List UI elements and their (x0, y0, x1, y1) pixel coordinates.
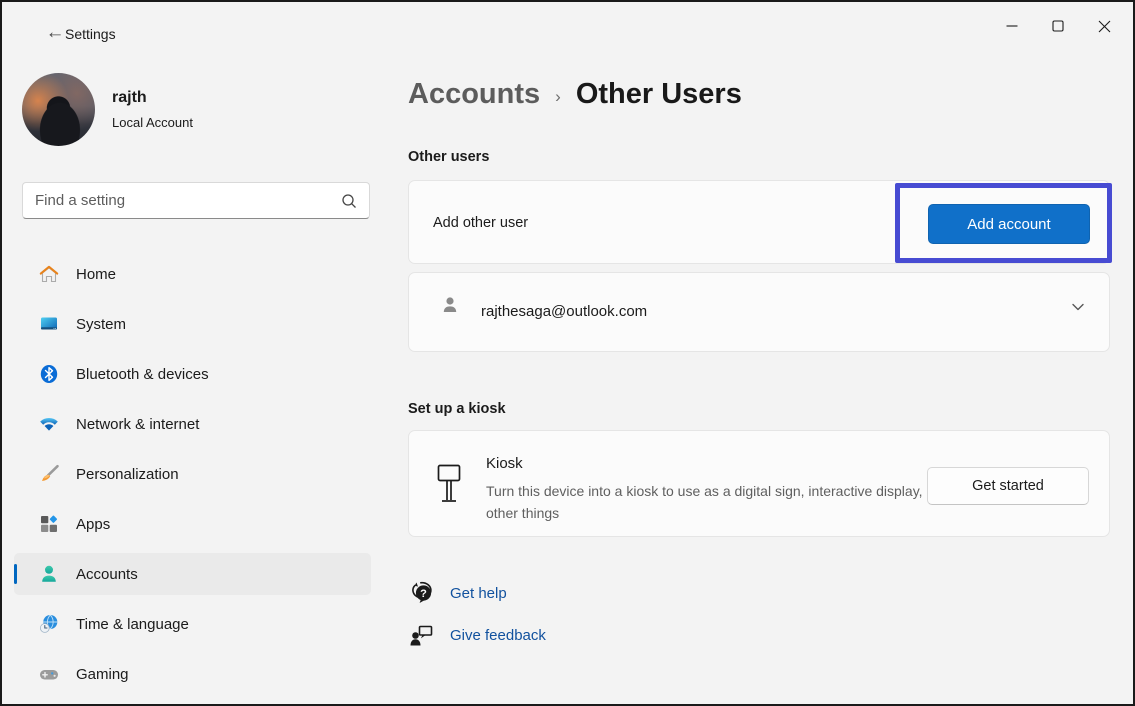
search-icon (341, 193, 357, 209)
bluetooth-icon (38, 363, 60, 385)
search-placeholder: Find a setting (35, 192, 341, 209)
time-language-icon (38, 613, 60, 635)
settings-window: ← Settings rajth Local Accoun (0, 0, 1135, 706)
title-bar: ← Settings (2, 2, 1133, 50)
breadcrumb-separator-icon: › (555, 87, 561, 107)
sidebar-item-home[interactable]: Home (14, 253, 371, 295)
personalization-icon (38, 463, 60, 485)
user-name: rajth (112, 89, 147, 107)
page-title: Other Users (576, 78, 742, 111)
add-other-user-card: Add other user Add account (408, 180, 1110, 264)
close-icon (1098, 20, 1111, 33)
get-started-button[interactable]: Get started (927, 467, 1089, 505)
user-avatar[interactable] (22, 73, 95, 146)
sidebar-item-personalization[interactable]: Personalization (14, 453, 371, 495)
sidebar-item-accounts[interactable]: Accounts (14, 553, 371, 595)
sidebar-item-network-internet[interactable]: Network & internet (14, 403, 371, 445)
feedback-person-icon (409, 622, 435, 648)
sidebar-item-bluetooth-devices[interactable]: Bluetooth & devices (14, 353, 371, 395)
sidebar-item-gaming[interactable]: Gaming (14, 653, 371, 695)
sidebar-item-label: Time & language (76, 616, 189, 633)
network-icon (38, 413, 60, 435)
apps-icon (38, 513, 60, 535)
sidebar-item-apps[interactable]: Apps (14, 503, 371, 545)
maximize-button[interactable] (1035, 8, 1081, 44)
sidebar-nav: Home System (14, 253, 371, 703)
minimize-button[interactable] (989, 8, 1035, 44)
chevron-down-icon[interactable] (1069, 298, 1087, 316)
minimize-icon (1006, 20, 1018, 32)
sidebar-item-label: Personalization (76, 466, 179, 483)
home-icon (38, 263, 60, 285)
other-users-heading: Other users (408, 149, 489, 165)
sidebar-item-label: Apps (76, 516, 110, 533)
main-content: Accounts › Other Users Other users Add o… (408, 50, 1133, 704)
sidebar: rajth Local Account Find a setting Home (2, 50, 390, 704)
kiosk-heading: Set up a kiosk (408, 401, 506, 417)
accounts-icon (38, 563, 60, 585)
give-feedback-link[interactable]: Give feedback (408, 622, 546, 648)
account-email: rajthesaga@outlook.com (481, 303, 647, 320)
sidebar-item-system[interactable]: System (14, 303, 371, 345)
get-help-link[interactable]: ? Get help (408, 580, 507, 606)
breadcrumb: Accounts › Other Users (408, 78, 742, 111)
system-icon (38, 313, 60, 335)
user-account-type: Local Account (112, 115, 193, 130)
kiosk-title: Kiosk (486, 455, 523, 472)
close-button[interactable] (1081, 8, 1127, 44)
help-bubble-icon: ? (409, 580, 435, 606)
add-other-user-label: Add other user (433, 215, 528, 231)
maximize-icon (1052, 20, 1064, 32)
selected-indicator (14, 564, 17, 584)
sidebar-item-label: Home (76, 266, 116, 283)
kiosk-card: Kiosk Turn this device into a kiosk to u… (408, 430, 1110, 537)
kiosk-description: Turn this device into a kiosk to use as … (486, 480, 956, 524)
kiosk-icon (435, 463, 463, 505)
person-icon (439, 294, 461, 316)
sidebar-item-time-language[interactable]: Time & language (14, 603, 371, 645)
gaming-icon (38, 663, 60, 685)
back-arrow-icon: ← (46, 22, 65, 44)
breadcrumb-accounts[interactable]: Accounts (408, 78, 540, 111)
get-help-label: Get help (450, 585, 507, 602)
svg-text:?: ? (420, 588, 427, 600)
give-feedback-label: Give feedback (450, 627, 546, 644)
sidebar-item-label: Network & internet (76, 416, 199, 433)
other-user-account-row[interactable]: rajthesaga@outlook.com (408, 272, 1110, 352)
window-title: Settings (65, 26, 116, 42)
sidebar-item-label: System (76, 316, 126, 333)
add-account-button[interactable]: Add account (928, 204, 1090, 244)
sidebar-item-label: Accounts (76, 566, 138, 583)
sidebar-item-label: Bluetooth & devices (76, 366, 209, 383)
sidebar-item-label: Gaming (76, 666, 129, 683)
search-input[interactable]: Find a setting (22, 182, 370, 219)
